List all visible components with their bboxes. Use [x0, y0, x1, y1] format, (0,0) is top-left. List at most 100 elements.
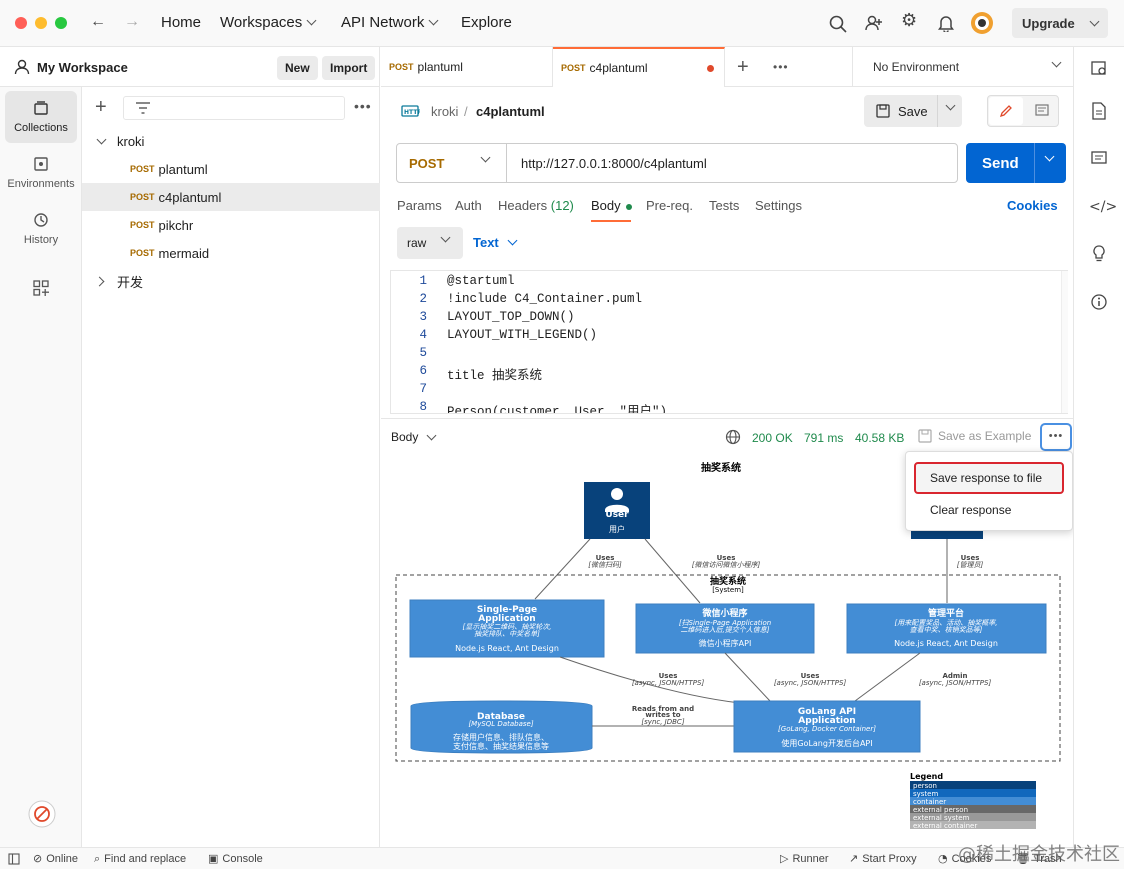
save-response-to-file-item[interactable]: Save response to file — [914, 462, 1064, 494]
line-text: Person(customer, User, "用户") — [447, 405, 668, 414]
line-text — [427, 382, 447, 400]
relation-tech: [微信扫码] — [588, 561, 622, 569]
bell-icon[interactable] — [937, 14, 955, 32]
response-size[interactable]: 40.58 KB — [855, 431, 904, 445]
nav-home[interactable]: Home — [161, 14, 201, 31]
environment-select[interactable]: No Environment — [852, 47, 1073, 87]
documentation-icon[interactable] — [1091, 102, 1107, 120]
code-editor[interactable]: 1 @startuml 2 !include C4_Container.puml 3… — [390, 270, 1068, 414]
tab-c4plantuml[interactable]: POST c4plantuml — [553, 47, 725, 87]
sidebar-toggle-icon[interactable] — [8, 853, 20, 865]
add-collection-icon[interactable]: + — [95, 97, 107, 117]
console-button[interactable]: ▣ Console — [208, 852, 263, 865]
avatar[interactable] — [970, 11, 994, 35]
rail-collections[interactable]: Collections — [5, 91, 77, 143]
tab-tests[interactable]: Tests — [709, 198, 739, 213]
start-proxy-button[interactable]: ↗ Start Proxy — [849, 852, 917, 865]
diagram-title: 抽奖系统 — [701, 461, 741, 474]
tab-settings[interactable]: Settings — [755, 198, 802, 213]
code-icon[interactable]: </> — [1089, 199, 1117, 215]
cookies-link[interactable]: Cookies — [1007, 198, 1058, 213]
more-options-icon[interactable]: ••• — [354, 98, 372, 114]
code-line: 3 LAYOUT_TOP_DOWN() — [391, 310, 1051, 328]
collection-dev[interactable]: 开发 — [82, 267, 380, 295]
invite-user-icon[interactable] — [865, 14, 883, 32]
status-code[interactable]: 200 OK — [752, 431, 793, 445]
new-tab-icon[interactable]: + — [737, 56, 749, 79]
save-button[interactable]: Save — [864, 95, 962, 127]
line-number: 5 — [419, 346, 427, 360]
rail-history[interactable]: History — [5, 203, 77, 255]
tab-params[interactable]: Params — [397, 198, 442, 213]
comments-icon[interactable] — [1091, 151, 1107, 167]
nav-explore[interactable]: Explore — [461, 14, 512, 31]
zoom-window-button[interactable] — [55, 17, 67, 29]
boundary-type: [System] — [712, 586, 744, 594]
collection-kroki[interactable]: kroki — [82, 127, 380, 155]
code-line: 7 — [391, 382, 1051, 400]
find-label: Find and replace — [104, 853, 187, 865]
docs-mode-button[interactable] — [1025, 97, 1058, 125]
line-text: @startuml — [447, 274, 515, 288]
request-item-pikchr[interactable]: POST pikchr — [82, 211, 380, 239]
request-item-plantuml[interactable]: POST plantuml — [82, 155, 380, 183]
runner-button[interactable]: ▷ Runner — [780, 852, 829, 865]
response-more-button[interactable]: ••• — [1040, 423, 1072, 451]
request-item-c4plantuml[interactable]: POST c4plantuml — [82, 183, 380, 211]
legend-item: system — [913, 790, 938, 798]
breadcrumb-root[interactable]: kroki — [431, 104, 458, 119]
chevron-down-icon — [1051, 57, 1062, 68]
request-title[interactable]: c4plantuml — [476, 104, 545, 119]
response-time[interactable]: 791 ms — [804, 431, 843, 445]
relation-tech: [async, JSON/HTTPS] — [919, 679, 992, 687]
tab-options-icon[interactable]: ••• — [773, 60, 789, 74]
url-input[interactable]: http://127.0.0.1:8000/c4plantuml — [521, 156, 707, 171]
request-item-mermaid[interactable]: POST mermaid — [82, 239, 380, 267]
tab-headers[interactable]: Headers (12) — [498, 198, 574, 213]
request-name: mermaid — [158, 245, 210, 261]
gear-icon[interactable]: ⚙ — [901, 12, 917, 30]
rail-environments[interactable]: Environments — [5, 147, 77, 199]
search-icon: ⌕ — [94, 852, 101, 865]
filter-input[interactable] — [123, 96, 345, 120]
tab-prereq[interactable]: Pre-req. — [646, 198, 693, 213]
tab-body[interactable]: Body — [591, 198, 632, 213]
tab-auth[interactable]: Auth — [455, 198, 482, 213]
new-button[interactable]: New — [277, 56, 318, 80]
environment-quick-look-icon[interactable] — [1090, 59, 1108, 77]
code-line: 5 — [391, 346, 1051, 364]
body-mode-select[interactable]: raw — [397, 227, 463, 259]
method-select[interactable]: POST — [397, 144, 507, 182]
line-number: 2 — [419, 292, 427, 306]
response-bar: Body 200 OK 791 ms 40.58 KB Save as Exam… — [381, 418, 1073, 454]
clear-response-item[interactable]: Clear response — [914, 496, 1064, 524]
legend-item: external container — [913, 822, 977, 830]
configure-workbench-icon[interactable] — [33, 280, 49, 296]
forward-arrow-icon[interactable]: → — [124, 14, 140, 30]
edit-mode-button[interactable] — [989, 97, 1023, 125]
chevron-down-icon — [426, 430, 437, 440]
minimize-window-button[interactable] — [35, 17, 47, 29]
send-button[interactable]: Send — [966, 143, 1066, 183]
find-and-replace[interactable]: ⌕ Find and replace — [94, 852, 186, 866]
scrollbar[interactable] — [1061, 271, 1068, 413]
response-body-select[interactable]: Body — [391, 430, 437, 444]
back-arrow-icon[interactable]: ← — [90, 14, 106, 30]
line-number: 6 — [419, 364, 427, 378]
online-status[interactable]: ⊘ Online — [33, 852, 78, 865]
upgrade-button[interactable]: Upgrade — [1012, 8, 1108, 38]
legend-item: external person — [913, 806, 968, 814]
nav-api-network[interactable]: API Network — [341, 14, 439, 31]
import-button[interactable]: Import — [322, 56, 376, 80]
help-icon[interactable] — [28, 800, 56, 828]
globe-icon[interactable] — [725, 429, 741, 445]
save-as-example-button[interactable]: Save as Example — [938, 429, 1031, 443]
search-icon[interactable] — [829, 15, 847, 33]
nav-workspaces[interactable]: Workspaces — [220, 14, 317, 31]
lightbulb-icon[interactable] — [1091, 245, 1107, 263]
body-language-select[interactable]: Text — [473, 235, 518, 250]
top-bar: ← → Home Workspaces API Network Explore … — [0, 0, 1124, 47]
close-window-button[interactable] — [15, 17, 27, 29]
tab-plantuml[interactable]: POST plantuml — [381, 47, 553, 87]
info-icon[interactable] — [1091, 294, 1107, 310]
